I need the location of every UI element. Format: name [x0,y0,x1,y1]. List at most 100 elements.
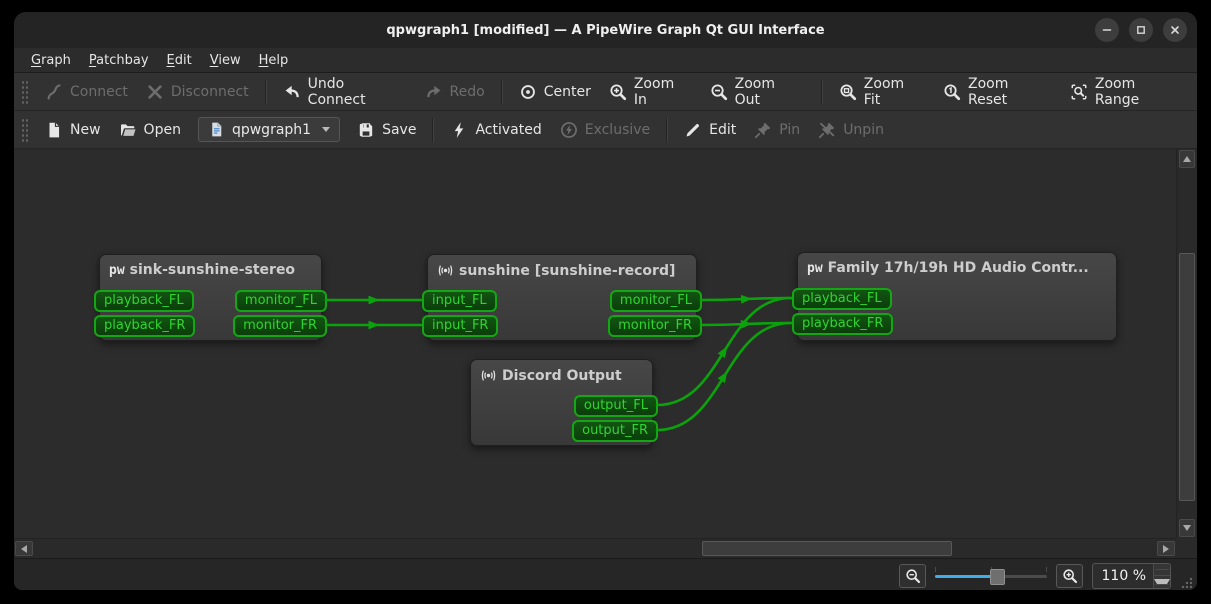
zoom-range-button[interactable]: Zoom Range [1061,72,1193,112]
pin-icon [754,121,772,139]
triangle-down-icon [1183,525,1191,531]
menu-graph[interactable]: Graph [22,51,80,70]
zoom-slider-handle[interactable] [990,569,1005,585]
folder-open-icon [119,121,137,139]
graph-node-discord[interactable]: Discord Outputoutput_FLoutput_FR [470,359,653,446]
port-playback_FR[interactable]: playback_FR [792,313,893,335]
toolbar-drag-handle[interactable] [21,80,28,104]
title-bar[interactable]: qpwgraph1 [modified] — A PipeWire Graph … [14,12,1197,48]
menu-help[interactable]: Help [250,51,298,70]
new-button[interactable]: New [36,117,110,143]
vertical-scrollbar[interactable] [1176,149,1197,538]
toolbar-button-label: Disconnect [171,84,249,100]
status-bar: 110 % [14,558,1197,590]
scroll-right-button[interactable] [1157,541,1175,556]
zoom-in-icon [1062,568,1078,584]
node-title: Discord Output [502,368,622,384]
zoom-reset-button[interactable]: Zoom Reset [934,72,1061,112]
toolbar-button-label: Zoom Range [1095,76,1184,108]
pin-button[interactable]: Pin [745,117,809,143]
broadcast-icon [437,262,454,279]
port-output_FL[interactable]: output_FL [574,395,658,417]
port-input_FL[interactable]: input_FL [422,290,497,312]
port-monitor_FR[interactable]: monitor_FR [608,315,702,337]
port-monitor_FL[interactable]: monitor_FL [610,290,702,312]
port-output_FR[interactable]: output_FR [572,420,658,442]
minimize-button[interactable] [1095,18,1119,42]
zoom-spinbox[interactable]: 110 % [1092,563,1171,589]
toolbar-button-label: Connect [70,84,128,100]
port-input_FR[interactable]: input_FR [422,315,498,337]
connect-button[interactable]: Connect [36,79,137,105]
edit-button[interactable]: Edit [675,117,745,143]
patchbay-profile-combobox[interactable]: qpwgraph1 [198,117,340,142]
maximize-button[interactable] [1129,18,1153,42]
vertical-scrollbar-thumb[interactable] [1179,253,1195,501]
center-button[interactable]: Center [510,79,600,105]
scroll-left-button[interactable] [15,541,33,556]
toolbar-button-label: Zoom Out [735,76,805,108]
toolbar-drag-handle[interactable] [21,118,28,142]
triangle-right-icon [1163,545,1169,553]
broadcast-icon [480,367,497,384]
toolbar-button-label: Undo Connect [308,76,407,108]
work-area: pwsink-sunshine-stereoplayback_FLplaybac… [14,149,1197,558]
resize-grip[interactable] [1181,577,1193,589]
redo-button[interactable]: Redo [416,79,494,105]
zoom-fit-button[interactable]: Zoom Fit [830,72,934,112]
zoom-out-button[interactable] [899,564,926,588]
scrollbar-corner [1176,538,1197,558]
save-button[interactable]: Save [348,117,425,143]
horizontal-scrollbar[interactable] [14,538,1176,558]
graph-canvas[interactable]: pwsink-sunshine-stereoplayback_FLplaybac… [14,149,1176,538]
toolbar-button-label: Unpin [843,122,884,138]
zoom-slider[interactable] [935,566,1047,586]
activated-button[interactable]: Activated [441,117,550,143]
zoom-value[interactable]: 110 % [1093,564,1153,588]
undo-connect-button[interactable]: Undo Connect [274,72,416,112]
menu-edit[interactable]: Edit [158,51,201,70]
graph-node-sunshine[interactable]: sunshine [sunshine-record]input_FLinput_… [427,254,697,341]
spin-down-button[interactable] [1154,576,1170,588]
minimize-icon [1099,22,1115,38]
port-monitor_FR[interactable]: monitor_FR [233,315,327,337]
toolbar-button-label: Zoom Reset [968,76,1052,108]
triangle-up-icon [1183,156,1191,162]
bolt-icon [450,121,468,139]
zoom-out-button[interactable]: Zoom Out [701,72,814,112]
disconnect-button[interactable]: Disconnect [137,79,258,105]
graph-node-sink[interactable]: pwsink-sunshine-stereoplayback_FLplaybac… [99,254,322,341]
slider-tick [1046,567,1047,572]
unpin-button[interactable]: Unpin [809,117,893,143]
exclusive-button[interactable]: Exclusive [551,117,659,143]
zoom-in-button[interactable] [1056,564,1083,588]
toolbar-separator [821,80,823,104]
zoom-out-icon [710,83,728,101]
menu-bar: GraphPatchbayEditViewHelp [14,48,1197,73]
port-playback_FR[interactable]: playback_FR [94,315,195,337]
open-button[interactable]: Open [110,117,190,143]
menu-patchbay[interactable]: Patchbay [80,51,158,70]
undo-icon [283,83,301,101]
port-monitor_FL[interactable]: monitor_FL [235,290,327,312]
horizontal-scrollbar-thumb[interactable] [702,541,952,556]
maximize-icon [1133,22,1149,38]
port-playback_FL[interactable]: playback_FL [792,288,892,310]
port-playback_FL[interactable]: playback_FL [94,290,194,312]
zoom-slider-fill [935,575,997,578]
triangle-up-icon [1154,569,1170,570]
zoom-reset-icon [943,83,961,101]
scroll-down-button[interactable] [1179,519,1195,537]
close-button[interactable] [1163,18,1187,42]
node-header: pwFamily 17h/19h HD Audio Contr... [798,253,1116,276]
graph-node-family[interactable]: pwFamily 17h/19h HD Audio Contr...playba… [797,252,1117,341]
window-controls [1095,18,1187,42]
spin-up-button[interactable] [1154,564,1170,577]
zoom-in-button[interactable]: Zoom In [600,72,701,112]
toolbar-separator [666,118,668,142]
scroll-up-button[interactable] [1179,150,1195,168]
menu-view[interactable]: View [201,51,250,70]
slider-tick [935,567,936,572]
toolbar-button-label: Zoom In [634,76,692,108]
file-new-icon [45,121,63,139]
